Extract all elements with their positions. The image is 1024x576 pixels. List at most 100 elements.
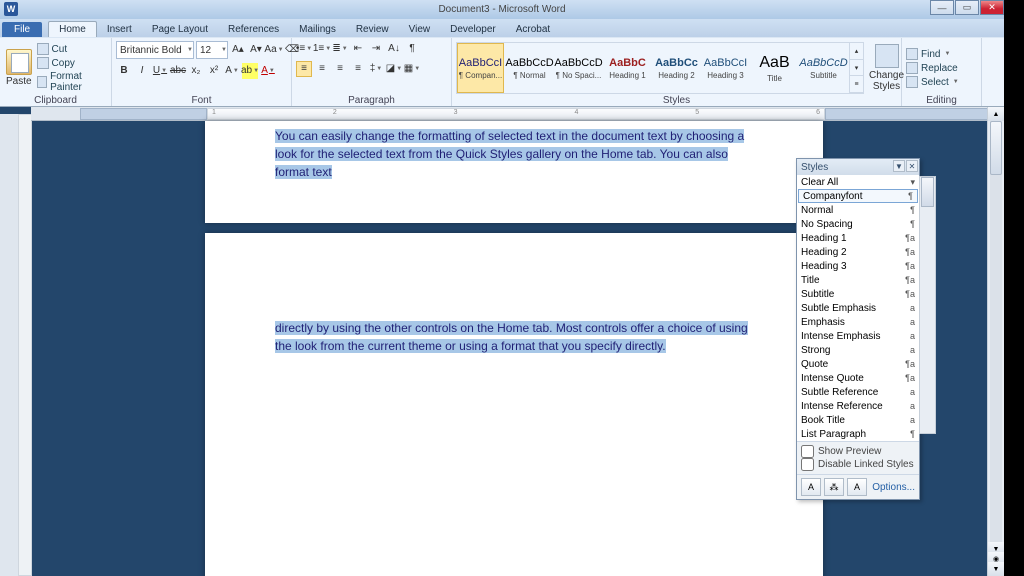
shading-button[interactable]: ◪▼ (386, 61, 402, 77)
style-item-title[interactable]: AaBTitle (751, 43, 798, 93)
align-right-button[interactable]: ≡ (332, 61, 348, 77)
selected-paragraph-2[interactable]: directly by using the other controls on … (275, 321, 748, 353)
pane-scroll-thumb[interactable] (921, 177, 934, 207)
font-name-combo[interactable]: Britannic Bold▼ (116, 41, 194, 59)
gallery-more[interactable]: ▴▾≡ (849, 43, 863, 93)
style-list-item[interactable]: Normal¶ (797, 203, 919, 217)
style-list-item[interactable]: Heading 2¶a (797, 245, 919, 259)
style-item-no-spacing[interactable]: AaBbCcD¶ No Spaci... (555, 43, 602, 93)
style-list-item[interactable]: No Spacing¶ (797, 217, 919, 231)
disable-linked-checkbox[interactable]: Disable Linked Styles (801, 458, 915, 471)
style-item-subtitle[interactable]: AaBbCcDSubtitle (800, 43, 847, 93)
checkbox[interactable] (801, 458, 814, 471)
tab-home[interactable]: Home (48, 21, 97, 37)
style-item-heading-3[interactable]: AaBbCcIHeading 3 (702, 43, 749, 93)
style-list-item[interactable]: Companyfont¶ (798, 189, 918, 203)
scroll-up-arrow[interactable]: ▲ (988, 107, 1004, 121)
checkbox[interactable] (801, 445, 814, 458)
next-page-button[interactable]: ▼ (988, 562, 1004, 576)
grow-font-button[interactable]: A▴ (230, 42, 246, 58)
highlight-button[interactable]: ab▼ (242, 63, 258, 79)
tab-developer[interactable]: Developer (440, 22, 506, 37)
style-list-item[interactable]: Subtle Referencea (797, 385, 919, 399)
style-item-companyfont[interactable]: AaBbCcI¶ Compan... (457, 43, 504, 93)
borders-button[interactable]: ▦▼ (404, 61, 420, 77)
paste-button[interactable]: Paste (4, 49, 34, 87)
font-color-button[interactable]: A▼ (260, 63, 276, 79)
strikethrough-button[interactable]: abc (170, 63, 186, 79)
align-center-button[interactable]: ≡ (314, 61, 330, 77)
manage-styles-button[interactable]: A (847, 478, 867, 496)
format-painter-button[interactable]: Format Painter (37, 71, 107, 93)
numbering-button[interactable]: 1≡▼ (314, 41, 330, 57)
superscript-button[interactable]: x² (206, 63, 222, 79)
page-1[interactable]: You can easily change the formatting of … (205, 121, 823, 223)
tab-page-layout[interactable]: Page Layout (142, 22, 218, 37)
new-style-button[interactable]: A (801, 478, 821, 496)
line-spacing-button[interactable]: ‡▼ (368, 61, 384, 77)
pane-scrollbar[interactable] (919, 176, 936, 434)
style-item-normal[interactable]: AaBbCcD¶ Normal (506, 43, 553, 93)
minimize-button[interactable]: — (930, 0, 954, 15)
styles-pane-title-bar[interactable]: Styles ▼✕ (797, 159, 919, 175)
style-inspector-button[interactable]: ⁂ (824, 478, 844, 496)
text-effects-button[interactable]: A▼ (224, 63, 240, 79)
change-case-button[interactable]: Aa▼ (266, 42, 282, 58)
show-marks-button[interactable]: ¶ (404, 41, 420, 57)
tab-mailings[interactable]: Mailings (289, 22, 346, 37)
increase-indent-button[interactable]: ⇥ (368, 41, 384, 57)
select-button[interactable]: Select▼ (906, 76, 959, 88)
multilevel-list-button[interactable]: ≣▼ (332, 41, 348, 57)
scroll-track[interactable] (990, 121, 1002, 542)
selected-paragraph-1[interactable]: You can easily change the formatting of … (275, 129, 744, 179)
styles-clear-all[interactable]: Clear All▾ (797, 175, 919, 189)
styles-options-link[interactable]: Options... (872, 482, 915, 493)
styles-gallery[interactable]: AaBbCcI¶ Compan... AaBbCcD¶ Normal AaBbC… (456, 42, 864, 94)
bullets-button[interactable]: •≡▼ (296, 41, 312, 57)
close-button[interactable]: ✕ (980, 0, 1004, 15)
style-list-item[interactable]: Subtle Emphasisa (797, 301, 919, 315)
font-size-combo[interactable]: 12▼ (196, 41, 228, 59)
subscript-button[interactable]: x₂ (188, 63, 204, 79)
copy-button[interactable]: Copy (37, 57, 107, 69)
horizontal-ruler[interactable]: 1 2 3 4 5 6 (207, 108, 825, 120)
style-list-item[interactable]: Heading 1¶a (797, 231, 919, 245)
style-list-item[interactable]: Stronga (797, 343, 919, 357)
replace-button[interactable]: Replace (906, 62, 959, 74)
cut-button[interactable]: Cut (37, 43, 107, 55)
decrease-indent-button[interactable]: ⇤ (350, 41, 366, 57)
shrink-font-button[interactable]: A▾ (248, 42, 264, 58)
sort-button[interactable]: A↓ (386, 41, 402, 57)
justify-button[interactable]: ≡ (350, 61, 366, 77)
tab-references[interactable]: References (218, 22, 289, 37)
show-preview-checkbox[interactable]: Show Preview (801, 445, 915, 458)
page-2[interactable]: directly by using the other controls on … (205, 233, 823, 576)
align-left-button[interactable]: ≡ (296, 61, 312, 77)
style-list-item[interactable]: Intense Referencea (797, 399, 919, 413)
style-item-heading-1[interactable]: AaBbCHeading 1 (604, 43, 651, 93)
style-list-item[interactable]: Intense Emphasisa (797, 329, 919, 343)
underline-button[interactable]: U▼ (152, 63, 168, 79)
tab-file[interactable]: File (2, 22, 42, 37)
italic-button[interactable]: I (134, 63, 150, 79)
tab-insert[interactable]: Insert (97, 22, 142, 37)
style-list-item[interactable]: Book Titlea (797, 413, 919, 427)
style-list-item[interactable]: Emphasisa (797, 315, 919, 329)
style-list-item[interactable]: Intense Quote¶a (797, 371, 919, 385)
change-styles-button[interactable]: Change Styles (867, 42, 906, 94)
maximize-button[interactable]: ▭ (955, 0, 979, 15)
style-list-item[interactable]: List Paragraph¶ (797, 427, 919, 441)
find-button[interactable]: Find▼ (906, 48, 959, 60)
vertical-scrollbar[interactable]: ▲ ▼ ◉ ▼ (987, 107, 1004, 576)
pane-dropdown-icon[interactable]: ▼ (893, 160, 905, 172)
vertical-ruler[interactable] (18, 114, 32, 576)
style-item-heading-2[interactable]: AaBbCcHeading 2 (653, 43, 700, 93)
tab-review[interactable]: Review (346, 22, 399, 37)
tab-view[interactable]: View (399, 22, 441, 37)
style-list-item[interactable]: Title¶a (797, 273, 919, 287)
pane-close-icon[interactable]: ✕ (906, 160, 918, 172)
style-list-item[interactable]: Subtitle¶a (797, 287, 919, 301)
style-list-item[interactable]: Heading 3¶a (797, 259, 919, 273)
bold-button[interactable]: B (116, 63, 132, 79)
style-list-item[interactable]: Quote¶a (797, 357, 919, 371)
